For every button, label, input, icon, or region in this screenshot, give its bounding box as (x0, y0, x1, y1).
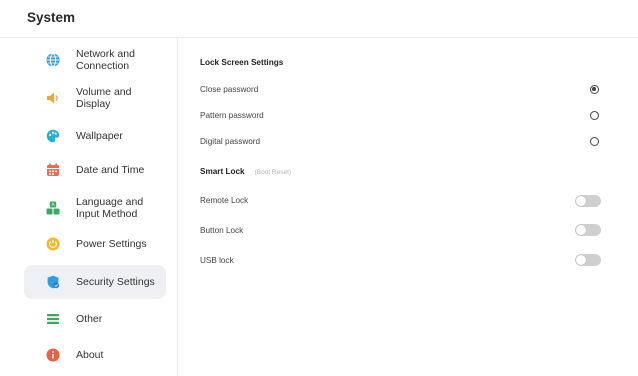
smart-lock-hint: (Boot Reset) (254, 169, 292, 176)
globe-icon (46, 53, 60, 67)
shield-icon (46, 275, 60, 289)
palette-icon (46, 129, 60, 143)
remote-lock-toggle[interactable] (575, 195, 601, 207)
section-title-smart-lock: Smart Lock (Boot Reset) (200, 167, 291, 176)
sidebar-item-label: Volume and Display (76, 86, 132, 110)
section-title-lock-screen: Lock Screen Settings (200, 58, 284, 67)
toggle-label-button-lock: Button Lock (200, 226, 244, 235)
list-icon (46, 312, 60, 326)
sidebar-item-power[interactable]: Power Settings (24, 227, 166, 261)
info-icon (46, 348, 60, 362)
settings-panel: Lock Screen Settings Close password Patt… (178, 38, 638, 376)
usb-lock-toggle[interactable] (575, 254, 601, 266)
radio-pattern-password[interactable] (590, 111, 599, 120)
calendar-icon (46, 163, 60, 177)
power-icon (46, 237, 60, 251)
toggle-label-usb-lock: USB lock (200, 256, 234, 265)
toggle-label-remote-lock: Remote Lock (200, 196, 249, 205)
radio-close-password[interactable] (590, 85, 599, 94)
sidebar-item-language-input[interactable]: A Language and Input Method (24, 191, 166, 225)
sidebar-item-label: Network and Connection (76, 48, 135, 72)
sidebar-item-label: Security Settings (76, 276, 155, 288)
button-lock-toggle[interactable] (575, 224, 601, 236)
option-label-close-password[interactable]: Close password (200, 85, 258, 94)
page-title: System (27, 10, 76, 25)
header: System (0, 0, 638, 38)
sidebar-item-network[interactable]: Network and Connection (24, 43, 166, 77)
sidebar-item-wallpaper[interactable]: Wallpaper (24, 119, 166, 153)
toggle-knob (576, 225, 586, 235)
sidebar-item-label: Power Settings (76, 238, 147, 250)
sidebar-item-other[interactable]: Other (24, 302, 166, 336)
option-label-pattern-password[interactable]: Pattern password (200, 111, 264, 120)
sidebar-item-label: Wallpaper (76, 130, 123, 142)
sidebar: Network and Connection Volume and Displa… (0, 38, 178, 376)
smart-lock-title: Smart Lock (200, 167, 245, 176)
option-label-digital-password[interactable]: Digital password (200, 137, 260, 146)
sidebar-item-label: Date and Time (76, 164, 145, 176)
radio-digital-password[interactable] (590, 137, 599, 146)
toggle-knob (576, 255, 586, 265)
toggle-knob (576, 196, 586, 206)
sidebar-item-label: Language and Input Method (76, 196, 144, 220)
sidebar-item-date-time[interactable]: Date and Time (24, 153, 166, 187)
language-icon: A (46, 201, 60, 215)
sidebar-item-label: Other (76, 313, 103, 325)
sidebar-item-security[interactable]: Security Settings (24, 265, 166, 299)
sidebar-item-label: About (76, 349, 104, 361)
speaker-icon (46, 91, 60, 105)
sidebar-item-about[interactable]: About (24, 338, 166, 372)
sidebar-item-volume-display[interactable]: Volume and Display (24, 81, 166, 115)
